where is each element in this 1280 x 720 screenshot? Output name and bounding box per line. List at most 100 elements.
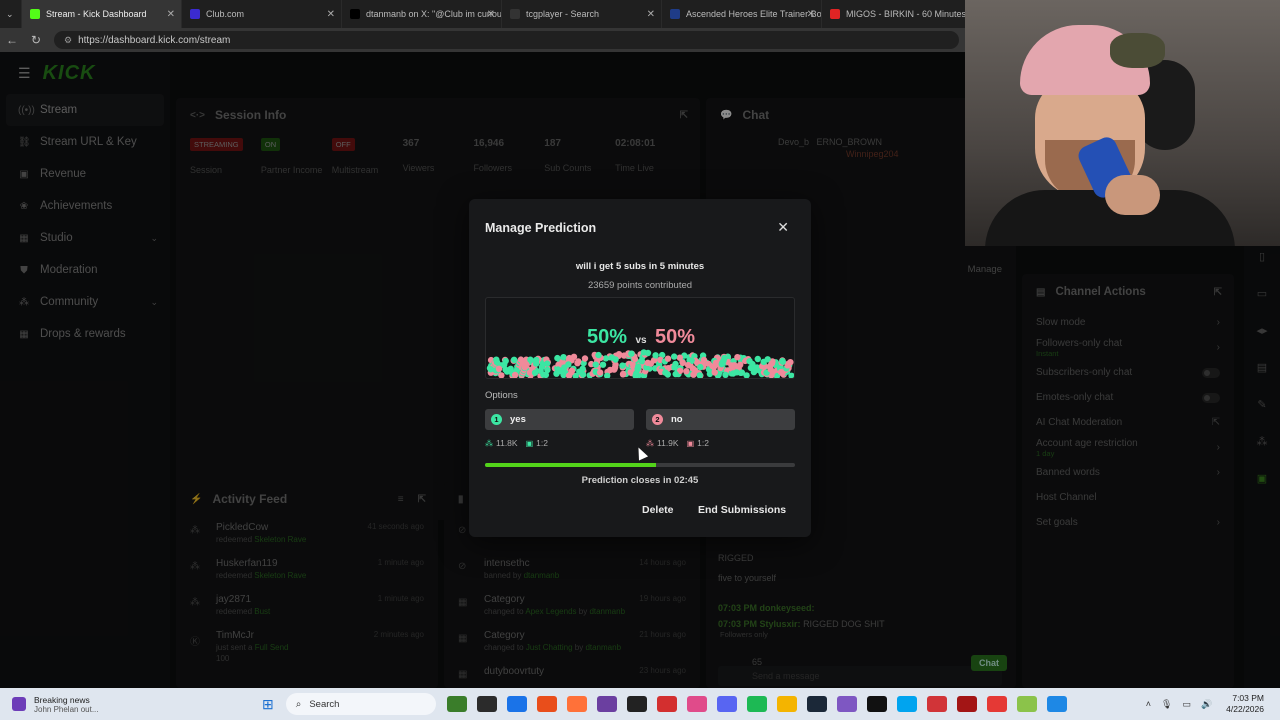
tab-strip: Stream - Kick Dashboard ✕ Club.com ✕ dtanman… xyxy=(22,0,982,28)
tab-favicon-icon xyxy=(510,9,520,19)
clock-date: 4/22/2026 xyxy=(1226,704,1264,714)
prediction-dot xyxy=(542,371,550,378)
option-no[interactable]: 2 no xyxy=(646,409,795,430)
prediction-dot xyxy=(644,359,651,366)
end-submissions-button[interactable]: End Submissions xyxy=(698,504,786,516)
prediction-dot xyxy=(631,355,639,363)
prediction-dot xyxy=(737,361,744,368)
url-field[interactable]: ⚙ https://dashboard.kick.com/stream xyxy=(54,31,959,49)
taskbar-app-icon[interactable] xyxy=(656,696,677,712)
close-icon[interactable]: ✕ xyxy=(647,9,655,20)
tab-favicon-icon xyxy=(350,9,360,19)
option-ratio: 1:2 xyxy=(697,438,709,448)
mic-icon[interactable]: 🎙 xyxy=(1161,699,1172,710)
taskbar-search[interactable]: ⌕ Search xyxy=(285,693,436,715)
prediction-dot xyxy=(767,366,774,373)
browser-tab[interactable]: Stream - Kick Dashboard ✕ xyxy=(22,0,182,28)
taskbar-app-icon[interactable] xyxy=(596,696,617,712)
prediction-dot xyxy=(662,369,669,376)
taskbar-app-icon[interactable] xyxy=(896,696,917,712)
option-number: 1 xyxy=(491,414,502,425)
close-icon[interactable]: ✕ xyxy=(327,9,335,20)
chevron-up-icon[interactable]: ˄ xyxy=(1146,699,1151,709)
taskbar-apps xyxy=(442,696,1072,712)
options-label: Options xyxy=(485,390,518,401)
search-placeholder: Search xyxy=(309,698,340,710)
news-widget[interactable]: Breaking news John Phelan out... xyxy=(0,695,200,714)
prediction-dot xyxy=(554,366,562,373)
tab-title: Club.com xyxy=(206,9,245,19)
prediction-dot xyxy=(752,365,759,372)
ratio-icon: ▣ xyxy=(686,438,695,448)
prediction-dot xyxy=(644,349,652,357)
prediction-dot xyxy=(635,363,642,370)
prediction-dot xyxy=(779,358,786,365)
percent-row: 50% vs 50% xyxy=(486,326,794,349)
taskbar-app-icon[interactable] xyxy=(476,696,497,712)
prediction-dot xyxy=(696,372,703,378)
webcam-overlay xyxy=(965,0,1280,246)
taskbar-app-icon[interactable] xyxy=(956,696,977,712)
option-no-stats: ⁂ 11.9K ▣ 1:2 xyxy=(646,438,709,448)
option-label: no xyxy=(671,414,683,425)
taskbar-app-icon[interactable] xyxy=(716,696,737,712)
prediction-dot xyxy=(779,370,786,377)
progress-fill xyxy=(485,463,656,467)
volume-icon[interactable]: 🔊 xyxy=(1201,699,1212,710)
modal-title: Manage Prediction xyxy=(485,221,597,235)
prediction-dot xyxy=(738,369,746,376)
users-icon: ⁂ xyxy=(485,438,493,448)
browser-tab[interactable]: Club.com ✕ xyxy=(182,0,342,28)
prediction-dot xyxy=(544,360,551,367)
tab-list-button[interactable]: ⌄ xyxy=(0,0,22,28)
taskbar-app-icon[interactable] xyxy=(446,696,467,712)
screen: { "browser": { "tabs": [ {"title": "Stre… xyxy=(0,0,1280,720)
network-icon[interactable]: ▭ xyxy=(1182,699,1191,710)
close-icon[interactable]: ✕ xyxy=(487,9,495,20)
taskbar-app-icon[interactable] xyxy=(776,696,797,712)
browser-tab[interactable]: MIGOS - BIRKIN - 60 Minutes Best✕ xyxy=(822,0,982,28)
ratio-icon: ▣ xyxy=(525,438,534,448)
option-label: yes xyxy=(510,414,526,425)
taskbar-app-icon[interactable] xyxy=(686,696,707,712)
prediction-dot xyxy=(612,356,619,363)
prediction-dot xyxy=(493,356,500,363)
clock[interactable]: 7:03 PM 4/22/2026 xyxy=(1226,693,1264,715)
close-icon[interactable]: ✕ xyxy=(807,9,815,20)
site-info-icon[interactable]: ⚙ xyxy=(64,35,72,46)
browser-tab[interactable]: Ascended Heroes Elite Trainer Box ✕ xyxy=(662,0,822,28)
webcam-hand xyxy=(1105,175,1160,215)
close-icon[interactable]: ✕ xyxy=(167,9,175,20)
users-icon: ⁂ xyxy=(646,438,654,448)
prediction-dot xyxy=(683,368,690,375)
taskbar-app-icon[interactable] xyxy=(536,696,557,712)
back-icon[interactable]: ← xyxy=(0,33,24,47)
taskbar-app-icon[interactable] xyxy=(836,696,857,712)
taskbar-app-icon[interactable] xyxy=(566,696,587,712)
taskbar-app-icon[interactable] xyxy=(1046,696,1067,712)
browser-tab[interactable]: tcgplayer - Search ✕ xyxy=(502,0,662,28)
prediction-dot xyxy=(615,351,623,358)
option-yes[interactable]: 1 yes xyxy=(485,409,634,430)
prediction-dot xyxy=(607,366,614,374)
prediction-dot xyxy=(768,360,776,367)
taskbar-app-icon[interactable] xyxy=(866,696,887,712)
prediction-dot xyxy=(502,357,509,365)
prediction-closes: Prediction closes in 02:45 xyxy=(581,475,699,486)
taskbar-app-icon[interactable] xyxy=(926,696,947,712)
taskbar-app-icon[interactable] xyxy=(626,696,647,712)
taskbar-app-icon[interactable] xyxy=(806,696,827,712)
delete-button[interactable]: Delete xyxy=(642,504,674,516)
prediction-dot xyxy=(596,369,604,376)
taskbar-app-icon[interactable] xyxy=(986,696,1007,712)
taskbar-app-icon[interactable] xyxy=(506,696,527,712)
reload-icon[interactable]: ↻ xyxy=(24,33,48,47)
windows-start-icon[interactable]: ⊞ xyxy=(262,696,274,713)
taskbar-app-icon[interactable] xyxy=(746,696,767,712)
option-yes-stats: ⁂ 11.8K ▣ 1:2 xyxy=(485,438,548,448)
close-icon[interactable]: ✕ xyxy=(777,219,789,236)
prediction-dot xyxy=(592,361,599,368)
taskbar-app-icon[interactable] xyxy=(1016,696,1037,712)
browser-tab[interactable]: dtanmanb on X: "@Club im curiou ✕ xyxy=(342,0,502,28)
prediction-dot xyxy=(511,371,519,378)
